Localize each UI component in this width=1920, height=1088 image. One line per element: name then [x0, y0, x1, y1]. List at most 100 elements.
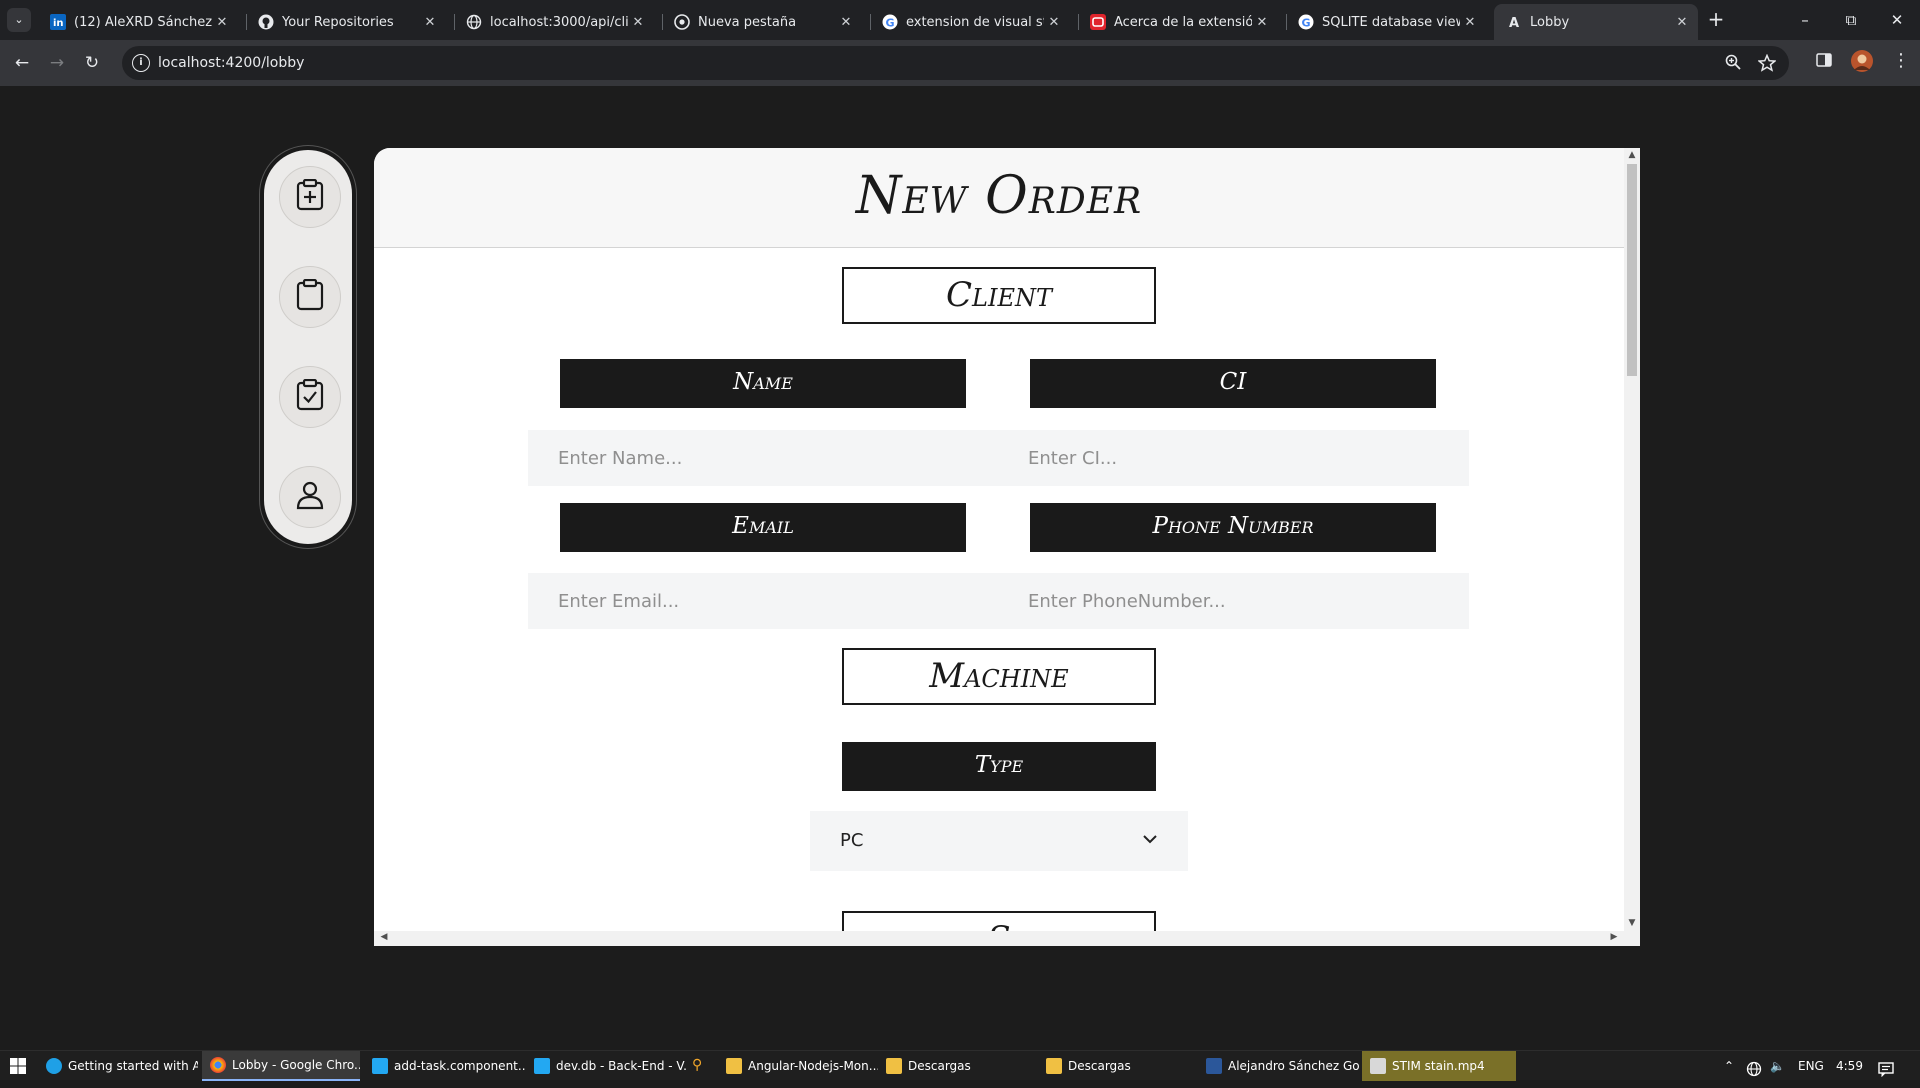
vscode-icon — [534, 1058, 550, 1074]
restore-icon[interactable]: ⧉ — [1828, 0, 1874, 40]
volume-icon[interactable]: 🔈 — [1770, 1051, 1785, 1081]
vertical-scrollbar[interactable]: ▲ ▼ — [1624, 148, 1640, 931]
name-input[interactable] — [558, 430, 998, 486]
taskbar-item-active[interactable]: Lobby - Google Chro... — [202, 1051, 360, 1081]
clock-time[interactable]: 4:59 — [1836, 1051, 1863, 1081]
browser-tab[interactable]: G extension de visual studio ✕ — [870, 4, 1070, 40]
browser-tab-active[interactable]: A Lobby ✕ — [1494, 4, 1698, 40]
taskbar-item[interactable]: dev.db - Back-End - V... — [526, 1051, 688, 1081]
sidebar-item-profile[interactable] — [279, 466, 341, 528]
video-icon — [1370, 1058, 1386, 1074]
browser-tab[interactable]: Nueva pestaña ✕ — [662, 4, 862, 40]
sidebar-item-orders[interactable] — [279, 266, 341, 328]
sidebar — [260, 146, 356, 548]
bookmark-star-icon[interactable] — [1757, 53, 1777, 76]
ci-input[interactable] — [1028, 430, 1448, 486]
globe-icon — [466, 14, 482, 30]
window-close-icon[interactable]: ✕ — [1874, 0, 1920, 40]
taskbar-item[interactable]: add-task.component.... — [364, 1051, 526, 1081]
back-icon[interactable]: ← — [8, 49, 36, 77]
edge-icon — [46, 1058, 62, 1074]
chevron-down-icon — [1142, 831, 1158, 851]
browser-tab[interactable]: Acerca de la extensión de ✕ — [1078, 4, 1278, 40]
folder-icon — [726, 1058, 742, 1074]
close-icon[interactable]: ✕ — [1672, 15, 1692, 30]
zoom-icon[interactable] — [1723, 54, 1743, 74]
tab-title: Lobby — [1530, 14, 1570, 30]
word-icon — [1206, 1058, 1222, 1074]
sidebar-item-new-order[interactable] — [279, 166, 341, 228]
horizontal-scrollbar[interactable]: ◀ ▶ — [374, 931, 1640, 946]
windows-start-icon[interactable] — [10, 1058, 26, 1078]
windows-taskbar: Getting started with A... Lobby - Google… — [0, 1050, 1920, 1081]
new-order-panel: New Order Client Name CI Email Phone Num… — [374, 148, 1640, 946]
phone-number-label: Phone Number — [1030, 503, 1436, 552]
google-icon: G — [1298, 14, 1314, 30]
taskbar-item[interactable]: Angular-Nodejs-Mon... — [718, 1051, 878, 1081]
taskbar-item-label: add-task.component.... — [394, 1059, 526, 1073]
folder-icon — [886, 1058, 902, 1074]
svg-text:in: in — [53, 18, 64, 29]
close-icon[interactable]: ✕ — [1044, 15, 1064, 30]
linkedin-icon: in — [50, 14, 66, 30]
side-panel-icon[interactable] — [1816, 52, 1832, 72]
close-icon[interactable]: ✕ — [628, 15, 648, 30]
browser-tab[interactable]: Your Repositories ✕ — [246, 4, 446, 40]
taskbar-item[interactable]: Alejandro Sánchez Go... — [1198, 1051, 1360, 1081]
sidebar-item-completed-orders[interactable] — [279, 366, 341, 428]
close-icon[interactable]: ✕ — [212, 15, 232, 30]
email-phone-input-row — [528, 573, 1469, 629]
clipboard-check-icon — [295, 378, 325, 415]
tab-title: localhost:3000/api/clients — [490, 14, 628, 30]
google-icon: G — [882, 14, 898, 30]
scroll-thumb[interactable] — [1627, 164, 1637, 376]
taskbar-item[interactable]: Descargas — [878, 1051, 1038, 1081]
reload-icon[interactable]: ↻ — [78, 49, 106, 77]
address-bar[interactable]: i localhost:4200/lobby — [122, 46, 1789, 80]
tab-title: Your Repositories — [282, 14, 394, 30]
svg-text:G: G — [1302, 17, 1311, 30]
taskbar-item[interactable]: Descargas — [1038, 1051, 1198, 1081]
clipboard-icon — [295, 278, 325, 315]
taskbar-item[interactable]: Getting started with A... — [38, 1051, 198, 1081]
close-icon[interactable]: ✕ — [1460, 15, 1480, 30]
close-icon[interactable]: ✕ — [836, 15, 856, 30]
angular-icon: A — [1506, 14, 1522, 30]
svg-text:A: A — [1509, 16, 1519, 30]
scroll-left-icon[interactable]: ◀ — [376, 932, 392, 942]
tab-search-button[interactable]: ⌄ — [7, 8, 31, 32]
minimize-icon[interactable]: – — [1782, 0, 1828, 40]
browser-tab[interactable]: in (12) AleXRD Sánchez | Lin ✕ — [38, 4, 238, 40]
browser-menu-icon[interactable]: ⋮ — [1892, 50, 1910, 71]
browser-toolbar: ← → ↻ i localhost:4200/lobby ⋮ — [0, 40, 1920, 86]
browser-tab-strip: ⌄ in (12) AleXRD Sánchez | Lin ✕ Your Re… — [0, 0, 1920, 40]
tab-title: extension de visual studio — [906, 14, 1044, 30]
folder-icon — [1046, 1058, 1062, 1074]
forward-icon[interactable]: → — [43, 49, 71, 77]
scroll-right-icon[interactable]: ▶ — [1606, 932, 1622, 942]
address-url[interactable]: localhost:4200/lobby — [158, 46, 304, 80]
github-icon — [258, 14, 274, 30]
search-app-icon[interactable]: ⚲ — [692, 1057, 702, 1073]
close-icon[interactable]: ✕ — [1252, 15, 1272, 30]
browser-tab[interactable]: localhost:3000/api/clients ✕ — [454, 4, 654, 40]
network-globe-icon[interactable] — [1746, 1058, 1762, 1088]
email-input[interactable] — [558, 573, 998, 629]
tray-overflow-icon[interactable]: ⌃ — [1724, 1051, 1734, 1081]
type-select[interactable]: PC — [810, 811, 1188, 871]
taskbar-item-label: dev.db - Back-End - V... — [556, 1059, 688, 1073]
taskbar-item-highlight[interactable]: STIM stain.mp4 — [1362, 1051, 1516, 1081]
profile-avatar-icon[interactable] — [1850, 49, 1874, 77]
scroll-down-icon[interactable]: ▼ — [1624, 918, 1640, 928]
browser-tab[interactable]: G SQLITE database viewer e ✕ — [1286, 4, 1486, 40]
taskbar-item-label: Getting started with A... — [68, 1059, 198, 1073]
site-info-icon[interactable]: i — [132, 54, 150, 72]
close-icon[interactable]: ✕ — [420, 15, 440, 30]
notifications-icon[interactable] — [1878, 1058, 1894, 1088]
taskbar-item-label: Lobby - Google Chro... — [232, 1058, 360, 1072]
new-tab-button[interactable]: + — [1704, 8, 1728, 32]
tab-title: Nueva pestaña — [698, 14, 797, 30]
scroll-up-icon[interactable]: ▲ — [1624, 150, 1640, 160]
phone-number-input[interactable] — [1028, 573, 1448, 629]
language-indicator[interactable]: ENG — [1798, 1051, 1824, 1081]
